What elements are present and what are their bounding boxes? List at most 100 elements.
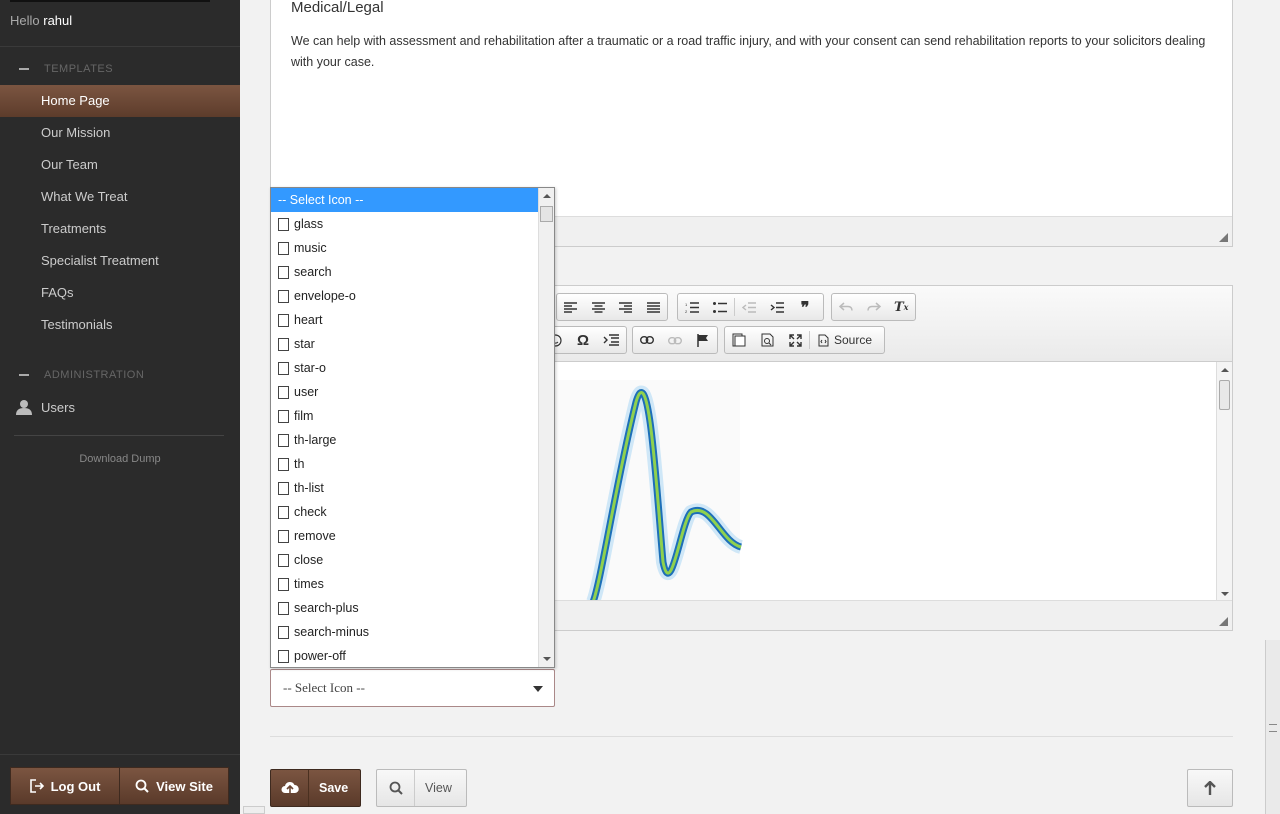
numbered-list-icon[interactable]: 12 <box>678 294 706 320</box>
dropdown-option[interactable]: film <box>271 404 539 428</box>
resize-handle-icon[interactable] <box>1219 617 1228 626</box>
scroll-thumb[interactable] <box>540 206 553 222</box>
logout-label: Log Out <box>50 778 101 794</box>
dropdown-option-label: film <box>294 409 314 423</box>
dropdown-option-label: -- Select Icon -- <box>278 193 364 207</box>
dropdown-option[interactable]: check <box>271 500 539 524</box>
dropdown-option[interactable]: power-off <box>271 644 539 667</box>
svg-text:1: 1 <box>685 302 688 307</box>
sidebar-item-users[interactable]: Users <box>0 392 240 422</box>
blockquote-icon[interactable]: ❞ <box>791 294 819 320</box>
sidebar-item-what-we-treat[interactable]: What We Treat <box>0 181 240 213</box>
scroll-up-icon[interactable] <box>543 194 551 198</box>
missing-glyph-icon <box>278 361 289 375</box>
dropdown-scrollbar[interactable] <box>538 188 554 667</box>
missing-glyph-icon <box>278 313 289 327</box>
tools-group: Source <box>724 326 885 354</box>
missing-glyph-icon <box>278 217 289 231</box>
greeting-prefix: Hello <box>10 13 40 28</box>
page-break-icon[interactable] <box>597 327 625 353</box>
indent-icon[interactable] <box>763 294 791 320</box>
dropdown-option[interactable]: search <box>271 260 539 284</box>
sidebar-item-treatments[interactable]: Treatments <box>0 213 240 245</box>
align-justify-icon[interactable] <box>640 294 668 320</box>
remove-format-icon[interactable]: Tx <box>887 294 915 320</box>
sign-out-icon <box>29 779 44 793</box>
sidebar-divider <box>14 435 224 436</box>
preview-icon[interactable] <box>753 327 781 353</box>
dropdown-option-label: remove <box>294 529 336 543</box>
align-left-icon[interactable] <box>557 294 585 320</box>
templates-icon[interactable] <box>725 327 753 353</box>
dropdown-option[interactable]: search-plus <box>271 596 539 620</box>
alignment-group <box>556 293 668 321</box>
dropdown-option[interactable]: close <box>271 548 539 572</box>
dropdown-option[interactable]: heart <box>271 308 539 332</box>
icon-select-dropdown[interactable]: -- Select Icon -- glass music search envelop… <box>270 187 555 668</box>
scroll-to-top-button[interactable] <box>1187 769 1233 807</box>
administration-heading: ADMINISTRATION <box>44 369 145 381</box>
sidebar-item-our-mission[interactable]: Our Mission <box>0 117 240 149</box>
greeting: Hello rahul <box>0 13 240 47</box>
collapse-icon <box>19 68 29 70</box>
link-icon[interactable] <box>633 327 661 353</box>
dropdown-option[interactable]: user <box>271 380 539 404</box>
outdent-icon[interactable] <box>735 294 763 320</box>
history-group: Tx <box>831 293 916 321</box>
list-group: 12 ❞ <box>677 293 824 321</box>
undo-icon[interactable] <box>832 294 860 320</box>
insert-group: Ω <box>547 326 627 354</box>
dropdown-option[interactable]: envelope-o <box>271 284 539 308</box>
dropdown-option[interactable]: music <box>271 236 539 260</box>
sidebar-item-home-page[interactable]: Home Page <box>0 85 240 117</box>
search-icon <box>377 770 415 806</box>
align-right-icon[interactable] <box>612 294 640 320</box>
sidebar-item-our-team[interactable]: Our Team <box>0 149 240 181</box>
scroll-grip-icon <box>1269 724 1277 732</box>
content-body: We can help with assessment and rehabili… <box>291 34 1206 69</box>
scroll-up-icon[interactable] <box>1221 368 1229 372</box>
dropdown-option[interactable]: glass <box>271 212 539 236</box>
missing-glyph-icon <box>278 601 289 615</box>
templates-heading: TEMPLATES <box>44 63 114 75</box>
content-title: Medical/Legal <box>291 0 384 16</box>
dropdown-option[interactable]: star <box>271 332 539 356</box>
dropdown-option-label: search <box>294 265 332 279</box>
templates-section-header[interactable]: TEMPLATES <box>0 59 240 79</box>
redo-icon[interactable] <box>860 294 888 320</box>
form-divider <box>270 736 1233 737</box>
administration-section-header[interactable]: ADMINISTRATION <box>0 365 240 385</box>
maximize-icon[interactable] <box>781 327 809 353</box>
unlink-icon[interactable] <box>661 327 689 353</box>
dropdown-option[interactable]: remove <box>271 524 539 548</box>
anchor-flag-icon[interactable] <box>689 327 717 353</box>
scroll-thumb[interactable] <box>1219 380 1230 410</box>
view-site-label: View Site <box>156 778 213 794</box>
dropdown-option[interactable]: th <box>271 452 539 476</box>
dropdown-option-placeholder[interactable]: -- Select Icon -- <box>271 188 539 212</box>
logout-button[interactable]: Log Out <box>10 767 120 805</box>
sidebar-item-faqs[interactable]: FAQs <box>0 277 240 309</box>
dropdown-option[interactable]: th-large <box>271 428 539 452</box>
page-scrollbar[interactable] <box>1265 640 1280 814</box>
resize-handle-icon[interactable] <box>1219 233 1228 242</box>
save-button[interactable]: Save <box>270 769 361 807</box>
align-center-icon[interactable] <box>585 294 613 320</box>
dropdown-option[interactable]: star-o <box>271 356 539 380</box>
dropdown-option[interactable]: times <box>271 572 539 596</box>
sidebar-item-specialist-treatment[interactable]: Specialist Treatment <box>0 245 240 277</box>
dropdown-option[interactable]: search-minus <box>271 620 539 644</box>
dropdown-option[interactable]: th-list <box>271 476 539 500</box>
source-button[interactable]: Source <box>810 327 880 353</box>
dropdown-option-label: th-large <box>294 433 337 447</box>
icon-select[interactable]: -- Select Icon -- <box>270 669 555 707</box>
sidebar-item-testimonials[interactable]: Testimonials <box>0 309 240 341</box>
view-site-button[interactable]: View Site <box>119 767 229 805</box>
bullet-list-icon[interactable] <box>706 294 734 320</box>
editor-scrollbar[interactable] <box>1216 362 1232 602</box>
scroll-down-icon[interactable] <box>1221 592 1229 596</box>
scroll-down-icon[interactable] <box>543 657 551 661</box>
download-dump-link[interactable]: Download Dump <box>0 453 240 465</box>
special-character-icon[interactable]: Ω <box>569 327 597 353</box>
view-button[interactable]: View <box>376 769 467 807</box>
